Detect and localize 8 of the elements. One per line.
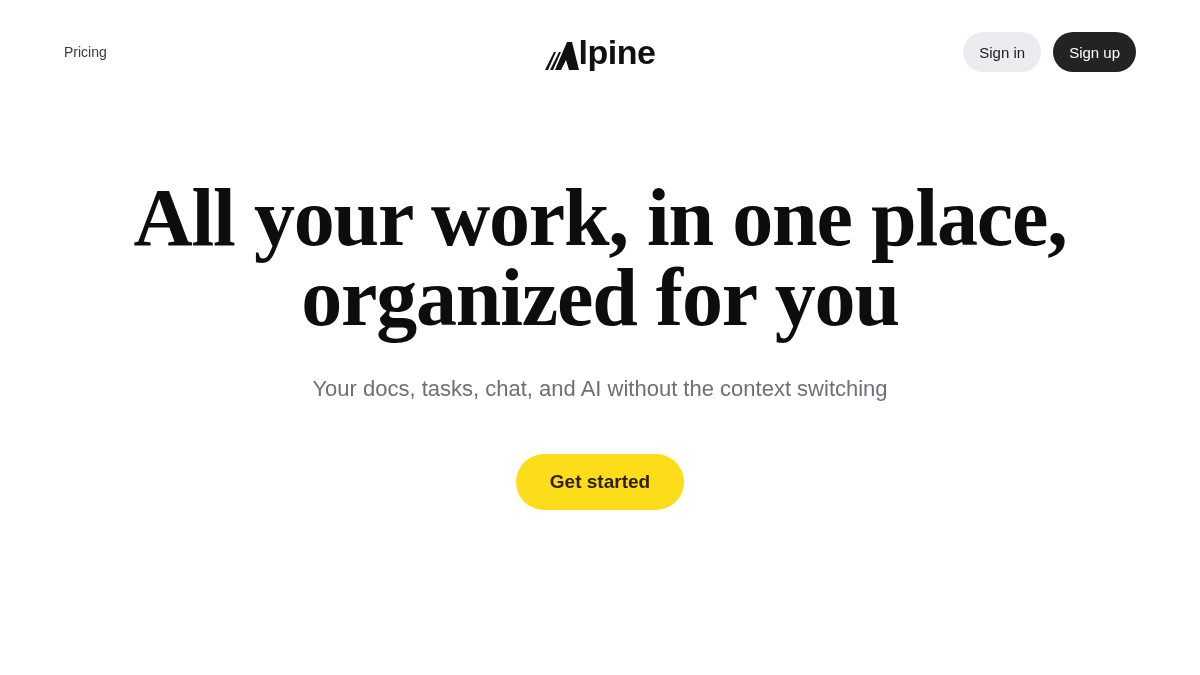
sign-in-button[interactable]: Sign in xyxy=(963,32,1042,72)
mountain-logo-icon xyxy=(544,40,579,70)
hero-headline: All your work, in one place, organized for you xyxy=(132,174,1068,345)
sign-up-button[interactable]: Sign up xyxy=(1053,32,1136,72)
get-started-button[interactable]: Get started xyxy=(516,454,684,510)
hero-subtitle: Your docs, tasks, chat, and AI without the context switching xyxy=(312,375,888,403)
pricing-link[interactable]: Pricing xyxy=(64,44,107,60)
logo-wordmark: lpine xyxy=(578,34,656,70)
